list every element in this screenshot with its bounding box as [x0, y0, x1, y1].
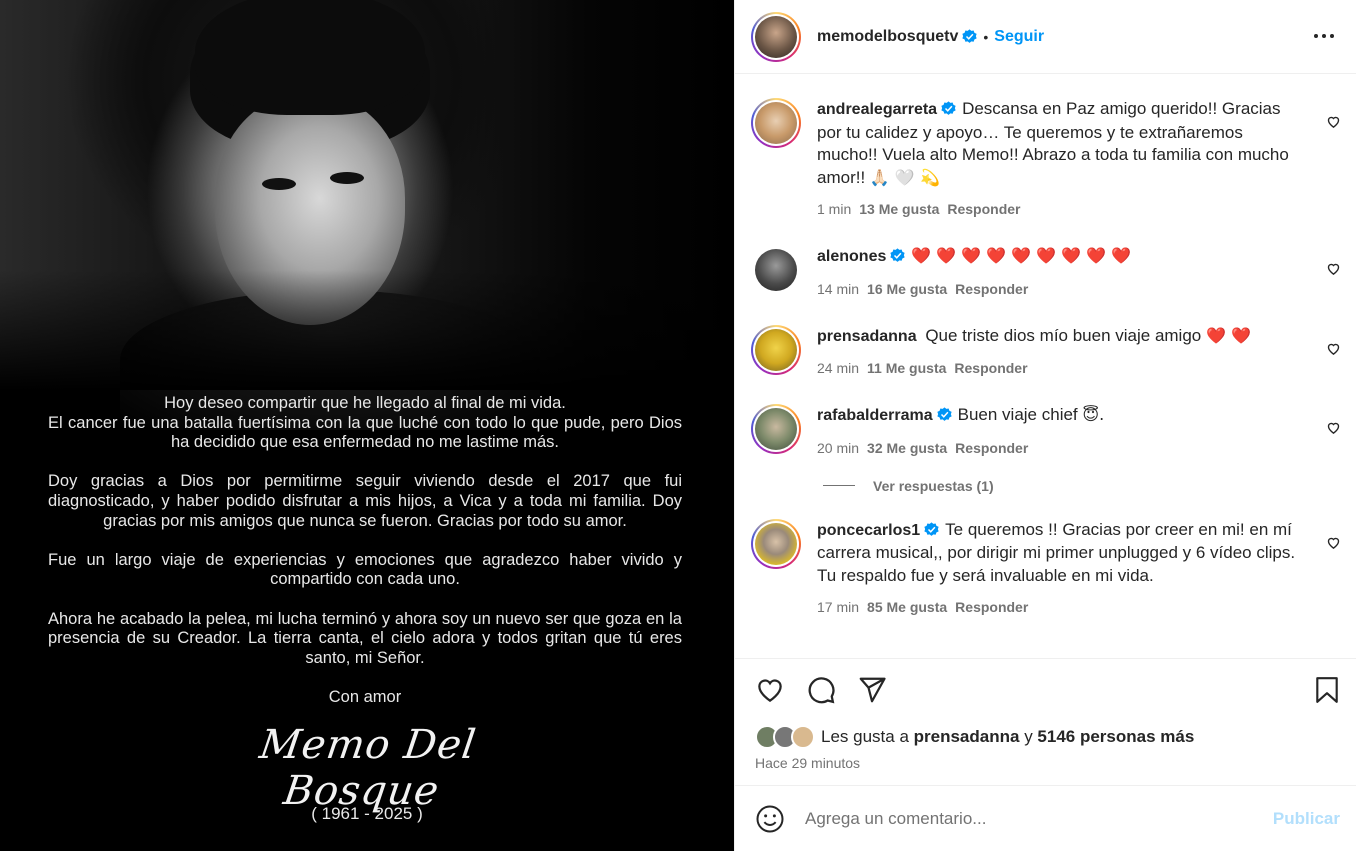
reply-button[interactable]: Responder	[955, 440, 1028, 456]
comment-likes[interactable]: 85 Me gusta	[867, 599, 947, 615]
like-comment-heart-icon[interactable]	[1326, 114, 1341, 129]
reply-button[interactable]: Responder	[947, 201, 1020, 217]
comment-likes[interactable]: 32 Me gusta	[867, 440, 947, 456]
post-timestamp[interactable]: Hace 29 minutos	[735, 749, 1356, 785]
author-avatar[interactable]	[751, 11, 801, 62]
like-heart-icon[interactable]	[755, 675, 785, 705]
verified-badge-icon	[962, 29, 977, 43]
publish-button[interactable]: Publicar	[1273, 809, 1340, 829]
view-replies-label: Ver respuestas (1)	[873, 477, 994, 494]
commenter-avatar[interactable]	[751, 518, 801, 569]
comment-emojis: 😇.	[1082, 405, 1105, 424]
letter-paragraph: Fue un largo viaje de experiencias y emo…	[48, 550, 682, 589]
reply-button[interactable]: Responder	[954, 360, 1027, 376]
comment-text: Buen viaje chief	[957, 405, 1078, 424]
verified-badge-icon	[924, 521, 939, 536]
reply-button[interactable]: Responder	[955, 281, 1028, 297]
comment-item: alenones ❤️ ❤️ ❤️ ❤️ ❤️ ❤️ ❤️ ❤️ ❤️ 14 mi…	[735, 245, 1356, 297]
comments-list: andrealegarreta Descansa en Paz amigo que…	[735, 74, 1356, 658]
comment-time[interactable]: 14 min	[817, 281, 859, 297]
comment-likes[interactable]: 16 Me gusta	[867, 281, 947, 297]
share-send-icon[interactable]	[857, 675, 887, 705]
comment-username[interactable]: andrealegarreta	[817, 101, 937, 118]
comment-composer: Publicar	[735, 785, 1356, 851]
post-header: memodelbosquetv • Seguir	[735, 0, 1356, 74]
comment-text: Que triste dios mío buen viaje amigo	[925, 325, 1202, 345]
verified-badge-icon	[890, 248, 905, 262]
letter-closing: Con amor	[328, 687, 402, 706]
save-bookmark-icon[interactable]	[1314, 676, 1340, 704]
comment-item: poncecarlos1 Te queremos !! Gracias por c…	[735, 518, 1356, 615]
reply-button[interactable]: Responder	[955, 599, 1028, 615]
commenter-avatar[interactable]	[755, 249, 797, 291]
post-actions-bar	[735, 658, 1356, 721]
comment-username[interactable]: prensadanna	[817, 328, 917, 345]
like-comment-heart-icon[interactable]	[1326, 341, 1341, 356]
likes-summary: Les gusta a prensadanna y 5146 personas …	[735, 721, 1356, 749]
like-comment-heart-icon[interactable]	[1326, 420, 1341, 435]
comment-emojis: 🙏🏻 🤍 💫	[869, 167, 940, 187]
comment-time[interactable]: 24 min	[817, 360, 859, 376]
post-sidebar: memodelbosquetv • Seguir andrealegarreta…	[734, 0, 1356, 851]
likes-conj: y	[1024, 727, 1033, 746]
emoji-picker-icon[interactable]	[755, 804, 785, 834]
comment-item: rafabalderrama Buen viaje chief 😇. 20 min…	[735, 404, 1356, 456]
liker-avatars[interactable]	[755, 725, 815, 749]
author-username[interactable]: memodelbosquetv	[817, 28, 958, 46]
verified-badge-icon	[941, 101, 956, 115]
verified-badge-icon	[937, 407, 952, 421]
view-replies-button[interactable]: Ver respuestas (1)	[823, 478, 1356, 494]
comment-likes[interactable]: 13 Me gusta	[859, 201, 939, 217]
comment-input[interactable]	[805, 808, 1273, 829]
likes-user-link[interactable]: prensadanna	[914, 727, 1020, 747]
comment-item: prensadanna Que triste dios mío buen via…	[735, 324, 1356, 376]
comment-username[interactable]: poncecarlos1	[817, 522, 920, 539]
comment-time[interactable]: 17 min	[817, 599, 859, 615]
separator-dot: •	[983, 28, 989, 45]
comment-likes[interactable]: 11 Me gusta	[867, 360, 946, 376]
comment-username[interactable]: rafabalderrama	[817, 407, 933, 424]
commenter-avatar[interactable]	[751, 324, 801, 375]
follow-button[interactable]: Seguir	[994, 28, 1044, 46]
letter-paragraph: Hoy deseo compartir que he llegado al fi…	[48, 394, 682, 452]
likes-others-link[interactable]: 5146 personas más	[1037, 727, 1194, 747]
letter-paragraph: Doy gracias a Dios por permitirme seguir…	[48, 472, 682, 530]
comment-time[interactable]: 20 min	[817, 440, 859, 456]
comment-emojis: ❤️ ❤️	[1205, 325, 1251, 345]
comment-time[interactable]: 1 min	[817, 201, 851, 217]
signature: Memo Del Bosque	[256, 722, 480, 814]
letter-paragraph: Ahora he acabado la pelea, mi lucha term…	[48, 609, 682, 667]
commenter-avatar[interactable]	[751, 404, 801, 454]
comment-username[interactable]: alenones	[817, 248, 886, 265]
commenter-avatar[interactable]	[751, 98, 801, 148]
portrait-photo	[0, 0, 734, 430]
like-comment-heart-icon[interactable]	[1326, 261, 1341, 276]
instagram-post-modal: Hoy deseo compartir que he llegado al fi…	[0, 0, 1356, 851]
likes-prefix: Les gusta a	[821, 727, 909, 746]
comment-emojis: ❤️ ❤️ ❤️ ❤️ ❤️ ❤️ ❤️ ❤️ ❤️	[911, 246, 1132, 265]
life-dates: ( 1961 - 2025 )	[311, 804, 423, 823]
farewell-letter: Hoy deseo compartir que he llegado al fi…	[48, 394, 682, 727]
post-image: Hoy deseo compartir que he llegado al fi…	[0, 0, 734, 851]
comment-item: andrealegarreta Descansa en Paz amigo que…	[735, 98, 1356, 217]
like-comment-heart-icon[interactable]	[1326, 535, 1341, 550]
comment-bubble-icon[interactable]	[806, 675, 836, 705]
more-options-icon[interactable]	[1312, 24, 1336, 48]
replies-divider	[823, 485, 855, 486]
